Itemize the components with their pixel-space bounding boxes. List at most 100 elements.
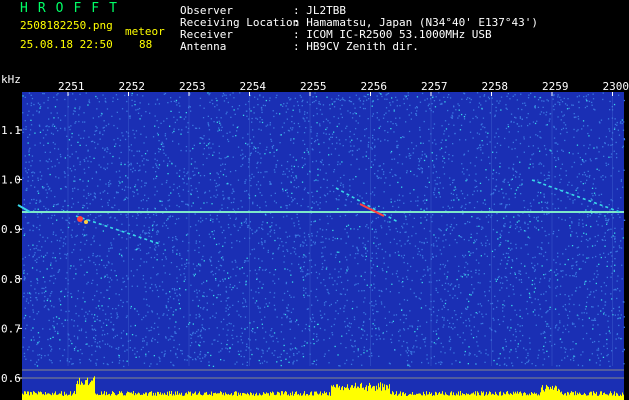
noise-pixel bbox=[592, 306, 594, 308]
noise-pixel bbox=[382, 207, 385, 209]
noise-pixel bbox=[489, 286, 491, 288]
noise-pixel bbox=[163, 265, 165, 267]
noise-pixel bbox=[192, 299, 194, 302]
noise-pixel bbox=[172, 140, 174, 142]
noise-pixel bbox=[80, 329, 82, 332]
noise-pixel bbox=[393, 238, 395, 240]
noise-pixel bbox=[246, 346, 248, 348]
noise-pixel bbox=[221, 348, 223, 350]
noise-pixel bbox=[555, 142, 557, 144]
noise-pixel bbox=[36, 190, 39, 192]
noise-pixel bbox=[185, 116, 187, 118]
noise-pixel bbox=[530, 209, 532, 211]
noise-pixel bbox=[179, 105, 181, 107]
noise-pixel bbox=[419, 129, 421, 131]
noise-pixel bbox=[363, 100, 365, 102]
noise-pixel bbox=[544, 179, 546, 181]
noise-pixel bbox=[259, 311, 261, 313]
noise-pixel bbox=[577, 364, 579, 366]
noise-pixel bbox=[435, 289, 437, 291]
noise-pixel bbox=[336, 142, 338, 144]
noise-pixel bbox=[502, 180, 504, 183]
noise-pixel bbox=[623, 139, 626, 141]
noise-pixel bbox=[386, 93, 388, 95]
noise-pixel bbox=[274, 308, 276, 310]
noise-pixel bbox=[364, 128, 366, 131]
noise-pixel bbox=[352, 103, 355, 105]
noise-pixel bbox=[296, 359, 298, 362]
noise-pixel bbox=[577, 192, 579, 194]
noise-pixel bbox=[575, 271, 577, 274]
noise-pixel bbox=[130, 325, 132, 327]
noise-pixel bbox=[102, 230, 104, 232]
noise-pixel bbox=[206, 144, 208, 147]
noise-pixel bbox=[548, 171, 550, 173]
noise-pixel bbox=[506, 95, 508, 97]
noise-pixel bbox=[221, 204, 223, 206]
noise-pixel bbox=[286, 310, 288, 312]
noise-pixel bbox=[583, 312, 585, 314]
noise-pixel bbox=[389, 229, 391, 231]
noise-pixel bbox=[219, 122, 221, 124]
noise-pixel bbox=[241, 149, 243, 151]
noise-pixel bbox=[620, 247, 623, 249]
noise-pixel bbox=[22, 112, 24, 114]
noise-pixel bbox=[39, 270, 41, 273]
noise-pixel bbox=[178, 328, 180, 330]
noise-pixel bbox=[511, 259, 513, 261]
noise-pixel bbox=[330, 325, 333, 328]
noise-pixel bbox=[581, 365, 584, 367]
noise-pixel bbox=[386, 98, 388, 100]
noise-pixel bbox=[46, 183, 48, 185]
noise-pixel bbox=[585, 238, 588, 241]
noise-pixel bbox=[451, 160, 453, 162]
noise-pixel bbox=[138, 356, 140, 358]
noise-pixel bbox=[441, 284, 443, 286]
noise-pixel bbox=[40, 354, 43, 357]
noise-pixel bbox=[83, 195, 85, 197]
noise-pixel bbox=[346, 270, 348, 272]
noise-pixel bbox=[547, 100, 549, 102]
noise-pixel bbox=[145, 261, 148, 263]
noise-pixel bbox=[558, 313, 560, 315]
noise-pixel bbox=[107, 148, 109, 150]
noise-pixel bbox=[436, 315, 438, 317]
noise-pixel bbox=[606, 219, 608, 221]
noise-pixel bbox=[218, 269, 220, 271]
noise-pixel bbox=[413, 351, 415, 353]
noise-pixel bbox=[178, 343, 181, 346]
noise-pixel bbox=[262, 352, 264, 354]
noise-pixel bbox=[387, 92, 390, 95]
noise-pixel bbox=[259, 206, 261, 209]
noise-pixel bbox=[616, 297, 618, 300]
noise-pixel bbox=[487, 354, 489, 356]
noise-pixel bbox=[270, 183, 272, 185]
noise-pixel bbox=[621, 146, 624, 149]
noise-pixel bbox=[473, 316, 475, 318]
noise-pixel bbox=[131, 105, 133, 107]
noise-pixel bbox=[433, 166, 436, 168]
noise-pixel bbox=[554, 193, 556, 196]
noise-pixel bbox=[512, 95, 514, 97]
noise-pixel bbox=[545, 148, 547, 150]
noise-pixel bbox=[31, 97, 34, 100]
noise-pixel bbox=[389, 291, 391, 293]
noise-pixel bbox=[585, 305, 587, 308]
noise-pixel bbox=[424, 99, 426, 101]
noise-pixel bbox=[576, 235, 579, 238]
noise-pixel bbox=[380, 301, 383, 303]
noise-pixel bbox=[557, 94, 559, 96]
noise-pixel bbox=[254, 231, 256, 233]
noise-pixel bbox=[362, 324, 364, 327]
noise-pixel bbox=[306, 117, 308, 119]
noise-pixel bbox=[294, 347, 297, 349]
noise-pixel bbox=[238, 314, 240, 316]
noise-pixel bbox=[148, 235, 150, 237]
noise-pixel bbox=[101, 305, 103, 307]
noise-pixel bbox=[237, 341, 239, 343]
noise-pixel bbox=[519, 325, 521, 327]
noise-pixel bbox=[64, 295, 66, 298]
noise-pixel bbox=[27, 292, 29, 294]
noise-pixel bbox=[315, 179, 317, 181]
noise-pixel bbox=[336, 237, 339, 240]
